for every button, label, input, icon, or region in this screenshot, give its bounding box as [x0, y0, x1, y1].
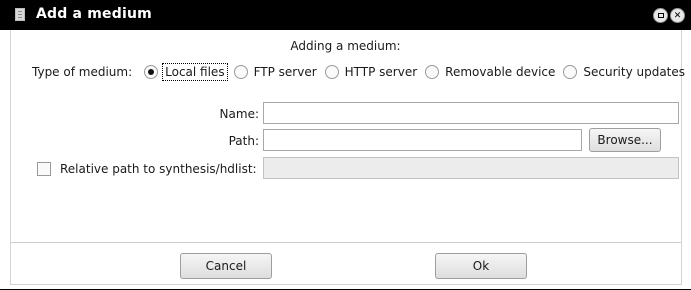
path-field[interactable] [263, 129, 582, 151]
name-label: Name: [219, 107, 259, 121]
radio-http-server[interactable]: HTTP server [324, 65, 418, 79]
frame-line-bottom [10, 284, 682, 285]
path-label: Path: [228, 134, 259, 148]
add-medium-dialog: Add a medium ✕ Adding a medium: Type of … [0, 0, 691, 290]
dialog-heading: Adding a medium: [290, 39, 401, 53]
ok-button[interactable]: Ok [435, 253, 527, 279]
radio-label-removable-device: Removable device [445, 65, 556, 79]
radio-button-selected[interactable] [144, 65, 159, 79]
medium-type-label: Type of medium: [32, 65, 133, 79]
radio-button[interactable] [563, 65, 578, 79]
close-button[interactable]: ✕ [670, 8, 685, 23]
radio-label-http-server: HTTP server [344, 65, 418, 79]
relative-path-field [263, 157, 679, 179]
radio-security-updates[interactable]: Security updates [563, 65, 685, 79]
frame-line-left [10, 30, 11, 284]
app-icon [15, 8, 25, 21]
browse-button[interactable]: Browse... [589, 128, 661, 152]
maximize-button[interactable] [653, 8, 668, 23]
relative-path-checkbox[interactable] [37, 162, 51, 176]
radio-label-local-files: Local files [162, 63, 228, 81]
medium-type-row: Type of medium: Local files FTP server H… [32, 63, 685, 81]
title-bar[interactable]: Add a medium ✕ [0, 0, 691, 30]
radio-button[interactable] [324, 65, 339, 79]
radio-ftp-server[interactable]: FTP server [233, 65, 317, 79]
cancel-button[interactable]: Cancel [180, 253, 272, 279]
relative-path-label: Relative path to synthesis/hdlist: [60, 162, 257, 176]
window-frame-left [0, 30, 10, 290]
radio-removable-device[interactable]: Removable device [425, 65, 555, 79]
radio-label-ftp-server: FTP server [253, 65, 317, 79]
maximize-icon [657, 13, 664, 18]
radio-local-files[interactable]: Local files [144, 63, 228, 81]
radio-label-security-updates: Security updates [583, 65, 686, 79]
radio-button[interactable] [233, 65, 248, 79]
name-field[interactable] [263, 102, 679, 124]
close-icon: ✕ [673, 10, 682, 21]
window-title: Add a medium [36, 6, 152, 22]
button-separator [11, 242, 681, 243]
radio-button[interactable] [425, 65, 440, 79]
